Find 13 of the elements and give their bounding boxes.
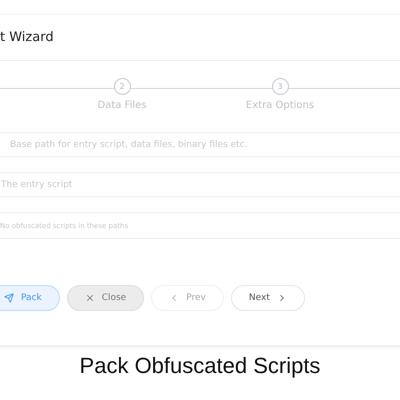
send-icon xyxy=(4,293,14,303)
input-field[interactable]: Base path for entry script, data files, binary files etc. xyxy=(0,132,400,157)
step-label: Data Files xyxy=(98,100,146,111)
next-button[interactable]: Next xyxy=(230,285,305,311)
step-number: 3 xyxy=(272,78,288,95)
dialog-title: t Wizard xyxy=(0,30,54,45)
step-number: 2 xyxy=(114,78,130,95)
pack-button[interactable]: Pack xyxy=(0,285,60,311)
close-icon xyxy=(84,293,95,303)
close-button[interactable]: Close xyxy=(66,285,144,311)
input-field[interactable]: The entry script xyxy=(0,172,400,197)
step-label: Extra Options xyxy=(246,100,314,111)
caption: Pack Obfuscated Scripts xyxy=(78,353,322,379)
